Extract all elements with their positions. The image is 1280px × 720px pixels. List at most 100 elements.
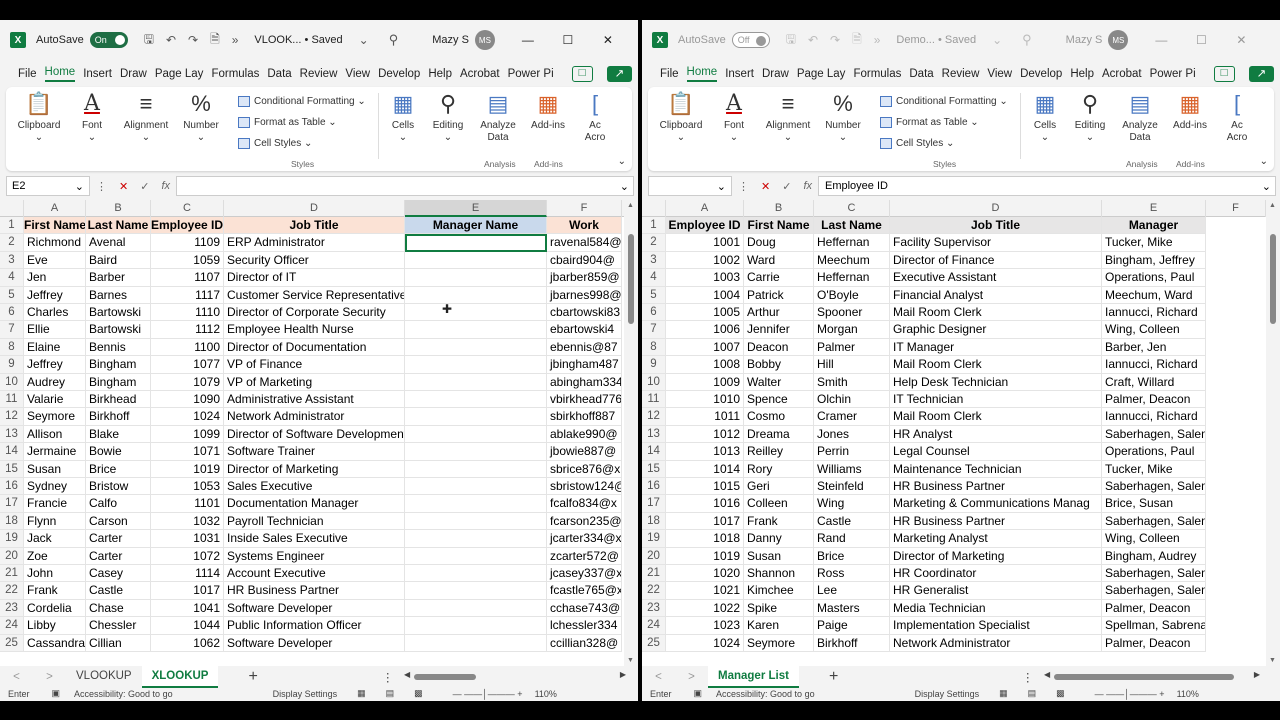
- cell[interactable]: Seymore: [744, 635, 814, 652]
- cell[interactable]: Frank: [744, 513, 814, 530]
- cell[interactable]: Executive Assistant: [890, 269, 1102, 286]
- cell[interactable]: Network Administrator: [890, 635, 1102, 652]
- normal-view-icon[interactable]: ▦: [999, 688, 1008, 699]
- row-number[interactable]: 7: [642, 321, 666, 338]
- column-header[interactable]: A: [24, 200, 86, 217]
- cell[interactable]: Operations, Paul: [1102, 269, 1206, 286]
- cell[interactable]: Facility Supervisor: [890, 234, 1102, 251]
- name-box[interactable]: ⌄: [648, 176, 732, 196]
- formula-input[interactable]: ⌄: [176, 176, 634, 196]
- cell[interactable]: Valarie: [24, 391, 86, 408]
- cell[interactable]: jbowie887@: [547, 443, 622, 460]
- row-number[interactable]: 13: [0, 426, 24, 443]
- row-number[interactable]: 5: [0, 287, 24, 304]
- column-header[interactable]: E: [1102, 200, 1206, 217]
- cell[interactable]: Shannon: [744, 565, 814, 582]
- cell[interactable]: Carson: [86, 513, 151, 530]
- scroll-down-icon[interactable]: ▼: [627, 657, 634, 664]
- scroll-up-icon[interactable]: ▲: [627, 202, 634, 209]
- vertical-scrollbar[interactable]: ▲▼: [1266, 200, 1280, 666]
- analyze-data-button[interactable]: ▤Analyze Data: [476, 91, 520, 144]
- row-number[interactable]: 5: [642, 287, 666, 304]
- cell[interactable]: 1099: [151, 426, 224, 443]
- cell[interactable]: Marketing & Communications Manag: [890, 495, 1102, 512]
- expand-formula-icon[interactable]: ⌄: [1262, 180, 1271, 193]
- cell[interactable]: [405, 443, 547, 460]
- column-header[interactable]: A: [666, 200, 744, 217]
- cell-styles-button[interactable]: Cell Styles ⌄: [880, 133, 1008, 154]
- tab-view[interactable]: View: [345, 68, 370, 80]
- user-name[interactable]: Mazy S: [1066, 34, 1103, 46]
- cell[interactable]: [405, 356, 547, 373]
- cell[interactable]: [405, 565, 547, 582]
- cell[interactable]: Barber: [86, 269, 151, 286]
- cell[interactable]: fcastle765@x: [547, 582, 622, 599]
- font-button[interactable]: AFont⌄: [714, 91, 754, 144]
- cell[interactable]: Colleen: [744, 495, 814, 512]
- undo-icon[interactable]: ↶: [808, 33, 818, 47]
- tab-page-lay[interactable]: Page Lay: [797, 68, 846, 80]
- cell[interactable]: 1017: [666, 513, 744, 530]
- cell[interactable]: Baird: [86, 252, 151, 269]
- cell[interactable]: 1013: [666, 443, 744, 460]
- cell[interactable]: Charles: [24, 304, 86, 321]
- cell[interactable]: fcarson235@: [547, 513, 622, 530]
- row-number[interactable]: 25: [642, 635, 666, 652]
- comments-icon[interactable]: □: [572, 66, 593, 82]
- cell[interactable]: jcasey337@x: [547, 565, 622, 582]
- cell[interactable]: Birkhoff: [86, 408, 151, 425]
- cell[interactable]: vbirkhead776: [547, 391, 622, 408]
- tab-draw[interactable]: Draw: [120, 68, 147, 80]
- cell[interactable]: 1059: [151, 252, 224, 269]
- cell[interactable]: 1100: [151, 339, 224, 356]
- tab-review[interactable]: Review: [300, 68, 338, 80]
- row-number[interactable]: 20: [642, 548, 666, 565]
- cell[interactable]: Karen: [744, 617, 814, 634]
- cell[interactable]: sbirkhoff887: [547, 408, 622, 425]
- cell[interactable]: Inside Sales Executive: [224, 530, 405, 547]
- row-number[interactable]: 12: [642, 408, 666, 425]
- row-number[interactable]: 18: [642, 513, 666, 530]
- cell[interactable]: 1012: [666, 426, 744, 443]
- cell[interactable]: Cassandra: [24, 635, 86, 652]
- header-cell[interactable]: Work: [547, 217, 622, 234]
- cell[interactable]: 1003: [666, 269, 744, 286]
- avatar[interactable]: MS: [475, 30, 495, 50]
- cell[interactable]: ccillian328@: [547, 635, 622, 652]
- cell[interactable]: Security Officer: [224, 252, 405, 269]
- cell[interactable]: VP of Finance: [224, 356, 405, 373]
- cell[interactable]: 1109: [151, 234, 224, 251]
- cell[interactable]: Audrey: [24, 374, 86, 391]
- cell[interactable]: Morgan: [814, 321, 890, 338]
- row-number[interactable]: 21: [0, 565, 24, 582]
- cell[interactable]: Iannucci, Richard: [1102, 408, 1206, 425]
- header-cell[interactable]: Employee ID: [151, 217, 224, 234]
- cell[interactable]: Castle: [814, 513, 890, 530]
- add-sheet-icon[interactable]: +: [829, 668, 838, 686]
- cell[interactable]: Maintenance Technician: [890, 461, 1102, 478]
- cell[interactable]: Meechum, Ward: [1102, 287, 1206, 304]
- cell[interactable]: ebennis@87: [547, 339, 622, 356]
- cell[interactable]: Susan: [24, 461, 86, 478]
- cell[interactable]: Avenal: [86, 234, 151, 251]
- column-header[interactable]: B: [86, 200, 151, 217]
- row-number[interactable]: 8: [0, 339, 24, 356]
- horizontal-scrollbar[interactable]: ◀▶: [1042, 672, 1262, 682]
- cell[interactable]: Bingham, Jeffrey: [1102, 252, 1206, 269]
- cell[interactable]: Account Executive: [224, 565, 405, 582]
- formula-input[interactable]: Employee ID⌄: [818, 176, 1276, 196]
- row-number[interactable]: 8: [642, 339, 666, 356]
- cell[interactable]: 1062: [151, 635, 224, 652]
- cell[interactable]: Cosmo: [744, 408, 814, 425]
- redo-icon[interactable]: ↷: [830, 33, 840, 47]
- cell[interactable]: Olchin: [814, 391, 890, 408]
- cell[interactable]: 1011: [666, 408, 744, 425]
- cell[interactable]: Spike: [744, 600, 814, 617]
- cell[interactable]: Spooner: [814, 304, 890, 321]
- cell[interactable]: [405, 408, 547, 425]
- cell[interactable]: 1090: [151, 391, 224, 408]
- cell[interactable]: jbarnes998@: [547, 287, 622, 304]
- cell[interactable]: Arthur: [744, 304, 814, 321]
- row-number[interactable]: 4: [0, 269, 24, 286]
- scroll-up-icon[interactable]: ▲: [1269, 202, 1276, 209]
